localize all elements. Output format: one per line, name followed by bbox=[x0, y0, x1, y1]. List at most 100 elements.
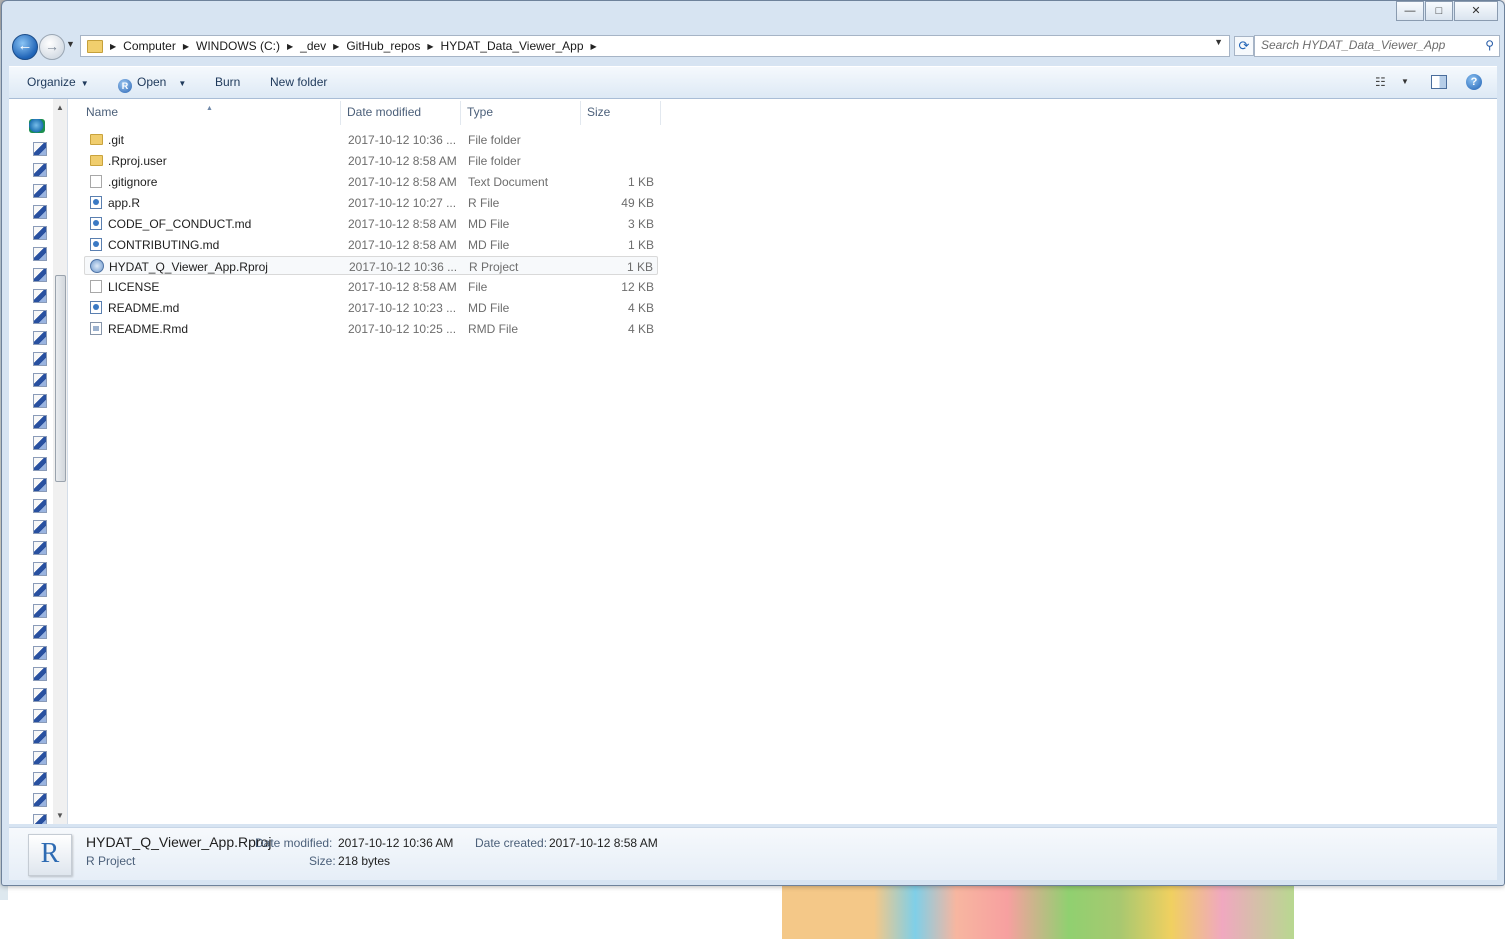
breadcrumb-dev[interactable]: _dev bbox=[300, 39, 326, 53]
file-list: ▲ Name Date modified Type Size .git 2017-… bbox=[68, 99, 1497, 824]
search-box[interactable]: ⚲ bbox=[1254, 35, 1500, 57]
column-divider[interactable] bbox=[460, 101, 461, 125]
maximize-button[interactable]: □ bbox=[1425, 1, 1453, 21]
breadcrumb-separator-icon[interactable]: ▶ bbox=[333, 42, 339, 51]
file-name: CONTRIBUTING.md bbox=[108, 238, 220, 252]
tree-item-icon[interactable] bbox=[33, 184, 47, 198]
file-row[interactable]: HYDAT_Q_Viewer_App.Rproj 2017-10-12 10:36… bbox=[84, 256, 658, 275]
minimize-button[interactable]: — bbox=[1396, 1, 1424, 21]
breadcrumb-separator-icon[interactable]: ▶ bbox=[287, 42, 293, 51]
network-icon[interactable] bbox=[29, 119, 45, 133]
file-size: 1 KB bbox=[627, 175, 654, 189]
file-row[interactable]: app.R 2017-10-12 10:27 ... R File 49 KB bbox=[84, 193, 658, 213]
tree-item-icon[interactable] bbox=[33, 478, 47, 492]
file-date-modified: 2017-10-12 10:36 ... bbox=[349, 260, 458, 274]
tree-item-icon[interactable] bbox=[33, 373, 47, 387]
open-menu[interactable]: R Open ▼ bbox=[118, 75, 186, 93]
file-type: MD File bbox=[468, 217, 510, 231]
recent-pages-dropdown-icon[interactable]: ▼ bbox=[66, 39, 75, 49]
file-row[interactable]: .git 2017-10-12 10:36 ... File folder bbox=[84, 130, 658, 150]
breadcrumb-github-repos[interactable]: GitHub_repos bbox=[346, 39, 420, 53]
column-divider[interactable] bbox=[660, 101, 661, 125]
search-input[interactable] bbox=[1255, 36, 1481, 54]
date-created-value[interactable]: 2017-10-12 8:58 AM bbox=[549, 836, 658, 850]
tree-item-icon[interactable] bbox=[33, 688, 47, 702]
navigation-scrollbar[interactable]: ▲ ▼ bbox=[53, 99, 67, 824]
column-header-date-modified[interactable]: Date modified bbox=[347, 105, 421, 119]
breadcrumb-windows-drive[interactable]: WINDOWS (C:) bbox=[196, 39, 280, 53]
refresh-button[interactable]: ⟳ bbox=[1234, 36, 1254, 56]
file-row[interactable]: .gitignore 2017-10-12 8:58 AM Text Documen… bbox=[84, 172, 658, 192]
view-options-icon[interactable]: ☷ bbox=[1375, 75, 1386, 89]
tree-item-icon[interactable] bbox=[33, 247, 47, 261]
file-type: File folder bbox=[468, 133, 521, 147]
back-button[interactable]: ← bbox=[12, 34, 38, 60]
breadcrumb-separator-icon[interactable]: ▶ bbox=[427, 42, 433, 51]
tree-item-icon[interactable] bbox=[33, 499, 47, 513]
close-button[interactable]: ✕ bbox=[1454, 1, 1498, 21]
breadcrumb-separator-icon[interactable]: ▶ bbox=[591, 42, 597, 51]
column-header-size[interactable]: Size bbox=[587, 105, 610, 119]
new-folder-button[interactable]: New folder bbox=[270, 75, 327, 89]
column-divider[interactable] bbox=[580, 101, 581, 125]
burn-button[interactable]: Burn bbox=[215, 75, 240, 89]
tree-item-icon[interactable] bbox=[33, 268, 47, 282]
breadcrumb-separator-icon[interactable]: ▶ bbox=[183, 42, 189, 51]
date-modified-value[interactable]: 2017-10-12 10:36 AM bbox=[338, 836, 453, 850]
sort-ascending-icon: ▲ bbox=[206, 105, 213, 112]
tree-item-icon[interactable] bbox=[33, 310, 47, 324]
tree-item-icon[interactable] bbox=[33, 520, 47, 534]
column-header-name[interactable]: Name bbox=[86, 105, 118, 119]
tree-item-icon[interactable] bbox=[33, 226, 47, 240]
file-date-modified: 2017-10-12 8:58 AM bbox=[348, 154, 457, 168]
tree-item-icon[interactable] bbox=[33, 667, 47, 681]
tree-item-icon[interactable] bbox=[33, 436, 47, 450]
tree-item-icon[interactable] bbox=[33, 814, 47, 824]
file-row[interactable]: CONTRIBUTING.md 2017-10-12 8:58 AM MD File… bbox=[84, 235, 658, 255]
tree-item-icon[interactable] bbox=[33, 142, 47, 156]
tree-item-icon[interactable] bbox=[33, 415, 47, 429]
tree-item-icon[interactable] bbox=[33, 709, 47, 723]
tree-item-icon[interactable] bbox=[33, 289, 47, 303]
tree-item-icon[interactable] bbox=[33, 751, 47, 765]
search-icon[interactable]: ⚲ bbox=[1485, 38, 1494, 52]
scroll-down-icon[interactable]: ▼ bbox=[56, 811, 64, 820]
column-header-type[interactable]: Type bbox=[467, 105, 493, 119]
breadcrumb-separator-icon[interactable]: ▶ bbox=[110, 42, 116, 51]
tree-item-icon[interactable] bbox=[33, 331, 47, 345]
tree-item-icon[interactable] bbox=[33, 604, 47, 618]
file-row[interactable]: README.Rmd 2017-10-12 10:25 ... RMD File 4 … bbox=[84, 319, 658, 339]
tree-item-icon[interactable] bbox=[33, 562, 47, 576]
column-divider[interactable] bbox=[340, 101, 341, 125]
tree-item-icon[interactable] bbox=[33, 625, 47, 639]
file-row[interactable]: CODE_OF_CONDUCT.md 2017-10-12 8:58 AM MD F… bbox=[84, 214, 658, 234]
tree-item-icon[interactable] bbox=[33, 394, 47, 408]
file-row[interactable]: .Rproj.user 2017-10-12 8:58 AM File folder bbox=[84, 151, 658, 171]
tree-item-icon[interactable] bbox=[33, 793, 47, 807]
file-row[interactable]: LICENSE 2017-10-12 8:58 AM File 12 KB bbox=[84, 277, 658, 297]
preview-pane-icon[interactable] bbox=[1431, 75, 1447, 89]
address-bar[interactable]: ▶ Computer ▶ WINDOWS (C:) ▶ _dev ▶ GitHu… bbox=[80, 35, 1230, 57]
tree-item-icon[interactable] bbox=[33, 646, 47, 660]
file-row[interactable]: README.md 2017-10-12 10:23 ... MD File 4 KB bbox=[84, 298, 658, 318]
address-history-dropdown-icon[interactable]: ▼ bbox=[1214, 37, 1223, 47]
breadcrumb-current-folder[interactable]: HYDAT_Data_Viewer_App bbox=[441, 39, 584, 53]
rproj-file-icon bbox=[90, 259, 104, 273]
file-name: HYDAT_Q_Viewer_App.Rproj bbox=[109, 260, 268, 274]
organize-menu[interactable]: Organize ▼ bbox=[27, 75, 89, 89]
chevron-down-icon[interactable]: ▼ bbox=[1401, 77, 1409, 86]
breadcrumb-computer[interactable]: Computer bbox=[123, 39, 176, 53]
tree-item-icon[interactable] bbox=[33, 163, 47, 177]
scrollbar-thumb[interactable] bbox=[55, 275, 66, 482]
scroll-up-icon[interactable]: ▲ bbox=[56, 103, 64, 112]
help-icon[interactable]: ? bbox=[1466, 74, 1482, 90]
tree-item-icon[interactable] bbox=[33, 541, 47, 555]
tree-item-icon[interactable] bbox=[33, 730, 47, 744]
tree-item-icon[interactable] bbox=[33, 583, 47, 597]
md-file-icon bbox=[90, 217, 102, 230]
tree-item-icon[interactable] bbox=[33, 772, 47, 786]
tree-item-icon[interactable] bbox=[33, 352, 47, 366]
tree-item-icon[interactable] bbox=[33, 205, 47, 219]
tree-item-icon[interactable] bbox=[33, 457, 47, 471]
forward-button[interactable]: → bbox=[39, 34, 65, 60]
